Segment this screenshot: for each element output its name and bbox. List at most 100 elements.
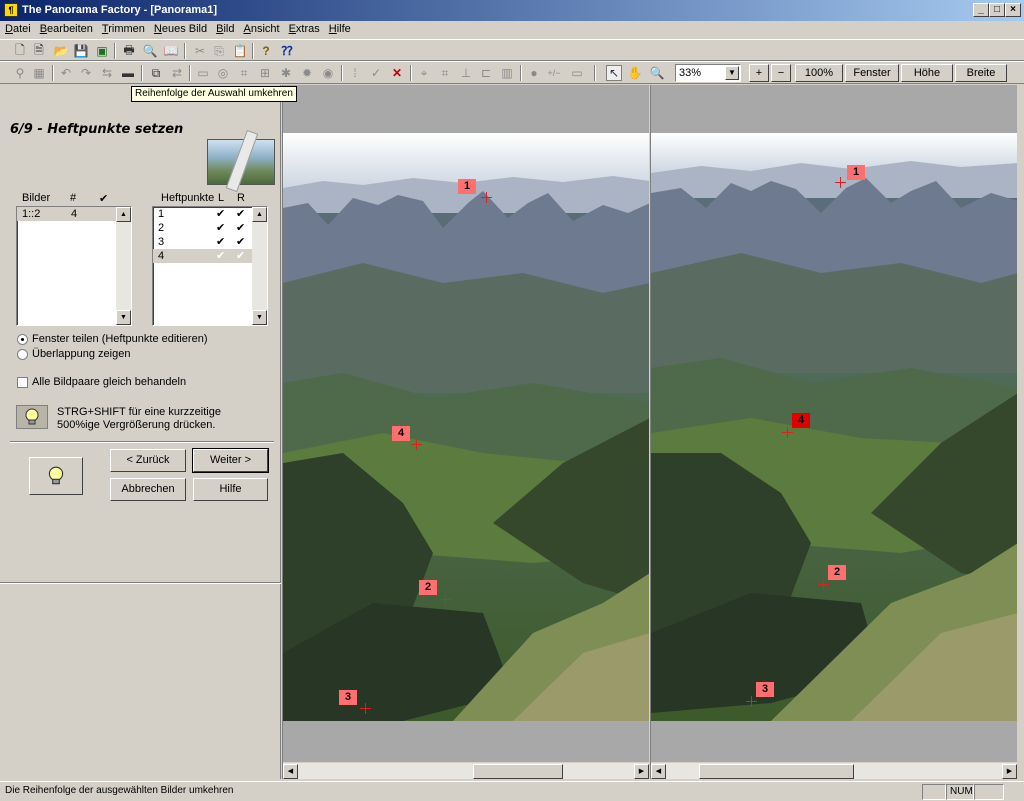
tie-point-cross-icon[interactable] bbox=[835, 177, 846, 188]
tie-points-list[interactable]: 1 ✔ ✔ 2 ✔ ✔ 3 ✔ ✔ 4 ✔ ✔ ▲ ▼ bbox=[152, 206, 268, 326]
help-button[interactable]: Hilfe bbox=[193, 478, 268, 501]
cut-icon[interactable]: ✂ bbox=[192, 43, 208, 59]
scroll-up-icon[interactable]: ▲ bbox=[116, 207, 131, 222]
swap-order-icon[interactable]: ⇄ bbox=[169, 65, 185, 81]
zoom-out-button[interactable]: − bbox=[771, 64, 791, 82]
menu-bearbeiten[interactable]: Bearbeiten bbox=[35, 21, 97, 35]
scroll-left-icon[interactable]: ◀ bbox=[283, 764, 298, 779]
sharpen-icon[interactable]: ✱ bbox=[278, 65, 294, 81]
tie-point-marker[interactable]: 4 bbox=[392, 426, 411, 441]
blend-icon[interactable]: ▥ bbox=[499, 65, 515, 81]
menu-neues-bild[interactable]: Neues Bild bbox=[149, 21, 211, 35]
help-icon[interactable]: ? bbox=[258, 43, 274, 59]
hint-button[interactable] bbox=[29, 457, 83, 495]
new-wizard-icon[interactable]: 🗎 bbox=[31, 43, 47, 59]
tie-point-marker[interactable]: 1 bbox=[458, 179, 477, 194]
target-icon[interactable]: ◉ bbox=[320, 65, 336, 81]
tie-point-cross-icon[interactable] bbox=[411, 439, 422, 450]
tie-point-marker[interactable]: 3 bbox=[756, 682, 775, 697]
list-item[interactable]: 1::2 4 bbox=[17, 207, 131, 221]
fit-width-button[interactable]: Breite bbox=[955, 64, 1007, 82]
show-overlap-radio[interactable] bbox=[17, 349, 28, 360]
context-help-icon[interactable]: ⁇ bbox=[279, 43, 295, 59]
new-icon[interactable]: 🗋 bbox=[12, 43, 28, 59]
zoom-tool-icon[interactable]: 🔍 bbox=[649, 65, 665, 81]
left-image-view[interactable]: 1 4 2 3 ◀ ▶ bbox=[282, 85, 649, 779]
list-item[interactable]: 3 ✔ ✔ bbox=[153, 235, 267, 249]
point-add-icon[interactable]: ⌖ bbox=[416, 65, 432, 81]
close-button[interactable]: × bbox=[1005, 3, 1021, 17]
scroll-thumb[interactable] bbox=[473, 764, 563, 779]
right-image-view[interactable]: 1 4 2 3 ◀ ▶ bbox=[650, 85, 1017, 779]
paste-icon[interactable]: 📋 bbox=[232, 43, 248, 59]
tie-point-marker-selected[interactable]: 4 bbox=[792, 413, 811, 428]
tie-point-marker[interactable]: 3 bbox=[339, 690, 358, 705]
menu-datei[interactable]: Datei bbox=[0, 21, 35, 35]
dots-grid-icon[interactable]: ⁞ bbox=[347, 65, 363, 81]
save-icon[interactable]: 💾 bbox=[73, 43, 89, 59]
tie-point-cross-icon[interactable] bbox=[481, 192, 492, 203]
align-icon[interactable]: ⊞ bbox=[257, 65, 273, 81]
stitch-icon[interactable]: ⚲ bbox=[12, 65, 28, 81]
tie-point-marker[interactable]: 1 bbox=[847, 165, 866, 180]
zoom-select[interactable]: 33% ▼ bbox=[675, 64, 741, 82]
grid-icon[interactable]: ▦ bbox=[31, 65, 47, 81]
menu-ansicht[interactable]: Ansicht bbox=[238, 21, 283, 35]
back-button[interactable]: < Zurück bbox=[110, 449, 186, 472]
tie-point-cross-icon[interactable] bbox=[782, 427, 793, 438]
scroll-thumb[interactable] bbox=[699, 764, 854, 779]
tie-point-cross-icon[interactable] bbox=[818, 579, 829, 590]
scroll-down-icon[interactable]: ▼ bbox=[252, 310, 267, 325]
reject-icon[interactable]: ✕ bbox=[389, 65, 405, 81]
save-all-icon[interactable]: ▣ bbox=[94, 43, 110, 59]
list-item[interactable]: 1 ✔ ✔ bbox=[153, 207, 267, 221]
list-item[interactable]: 4 ✔ ✔ bbox=[153, 249, 252, 263]
plus-minus-icon[interactable]: +/− bbox=[546, 65, 562, 81]
rotate-left-icon[interactable]: ↶ bbox=[58, 65, 74, 81]
all-pairs-checkbox[interactable] bbox=[17, 377, 28, 388]
left-panorama-image[interactable]: 1 4 2 3 bbox=[283, 133, 649, 721]
right-canvas[interactable]: 1 4 2 3 bbox=[651, 85, 1017, 762]
zoom-100-button[interactable]: 100% bbox=[795, 64, 843, 82]
menu-extras[interactable]: Extras bbox=[284, 21, 324, 35]
next-button[interactable]: Weiter > bbox=[192, 448, 269, 473]
cylinder-icon[interactable]: ◎ bbox=[215, 65, 231, 81]
steps-icon[interactable]: ⊏ bbox=[478, 65, 494, 81]
pointer-tool-icon[interactable]: ↖ bbox=[606, 65, 622, 81]
left-canvas[interactable]: 1 4 2 3 bbox=[283, 85, 649, 762]
minimize-button[interactable]: _ bbox=[973, 3, 989, 17]
fit-height-button[interactable]: Höhe bbox=[901, 64, 953, 82]
scroll-right-icon[interactable]: ▶ bbox=[1002, 764, 1017, 779]
horizontal-scrollbar[interactable]: ◀ ▶ bbox=[283, 762, 649, 779]
filmstrip-icon[interactable]: ▬ bbox=[120, 65, 136, 81]
burst-icon[interactable]: ✹ bbox=[299, 65, 315, 81]
tie-point-marker[interactable]: 2 bbox=[828, 565, 847, 580]
image-icon[interactable]: ▭ bbox=[195, 65, 211, 81]
list-item[interactable]: 2 ✔ ✔ bbox=[153, 221, 267, 235]
print-preview-icon[interactable]: 🔍 bbox=[142, 43, 158, 59]
tie-point-marker[interactable]: 2 bbox=[419, 580, 438, 595]
lens-icon[interactable]: ● bbox=[526, 65, 542, 81]
select-image-icon[interactable]: ⧉ bbox=[148, 65, 164, 81]
copy-icon[interactable]: ⎘ bbox=[211, 43, 227, 59]
print-icon[interactable]: 🖶 bbox=[121, 43, 137, 59]
accept-icon[interactable]: ✓ bbox=[368, 65, 384, 81]
level-icon[interactable]: ⊥ bbox=[458, 65, 474, 81]
tie-point-cross-icon[interactable] bbox=[360, 703, 371, 714]
split-window-radio[interactable] bbox=[17, 334, 28, 345]
maximize-button[interactable]: □ bbox=[989, 3, 1005, 17]
rotate-right-icon[interactable]: ↷ bbox=[78, 65, 94, 81]
scroll-right-icon[interactable]: ▶ bbox=[634, 764, 649, 779]
right-panorama-image[interactable]: 1 4 2 3 bbox=[651, 133, 1017, 721]
book-icon[interactable]: 📖 bbox=[163, 43, 179, 59]
menu-bild[interactable]: Bild bbox=[211, 21, 238, 35]
open-folder-icon[interactable]: 📂 bbox=[53, 43, 69, 59]
tie-point-cross-icon[interactable] bbox=[440, 594, 451, 605]
flip-icon[interactable]: ⇆ bbox=[99, 65, 115, 81]
exposure-icon[interactable]: ▭ bbox=[569, 65, 585, 81]
scroll-up-icon[interactable]: ▲ bbox=[252, 207, 267, 222]
tie-point-cross-icon[interactable] bbox=[746, 696, 757, 707]
horizontal-scrollbar[interactable]: ◀ ▶ bbox=[651, 762, 1017, 779]
scroll-down-icon[interactable]: ▼ bbox=[116, 310, 131, 325]
menu-trimmen[interactable]: Trimmen bbox=[97, 21, 149, 35]
